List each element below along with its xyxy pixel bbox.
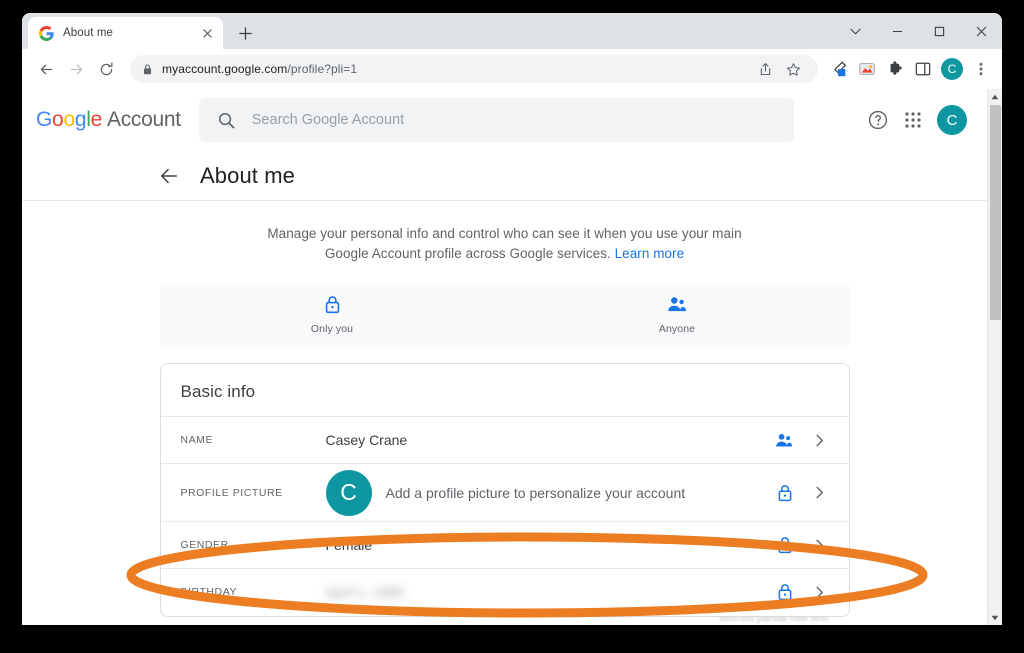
maximize-button[interactable] — [918, 13, 960, 49]
row-actions — [775, 432, 829, 449]
reload-button[interactable] — [92, 55, 120, 83]
back-button[interactable] — [32, 55, 60, 83]
row-value: C Add a profile picture to personalize y… — [325, 469, 777, 516]
row-label: PROFILE PICTURE — [180, 486, 283, 499]
page-content: Manage your personal info and control wh… — [22, 201, 987, 625]
logo-product-name: Account — [106, 108, 181, 131]
eyedropper-extension-icon[interactable] — [826, 56, 852, 82]
forward-button[interactable] — [62, 55, 90, 83]
star-icon[interactable] — [780, 56, 806, 82]
omnibox-actions — [752, 56, 806, 82]
card-title: Basic info — [180, 382, 256, 401]
row-value-text: Female — [325, 537, 373, 553]
intro-line-2: Google Account profile across Google ser… — [324, 246, 611, 261]
browser-toolbar: myaccount.google.com/profile?pli=1 C — [22, 49, 1002, 89]
side-panel-button[interactable] — [910, 56, 936, 82]
table-row[interactable]: BIRTHDAY April 1, 1980 — [160, 568, 849, 615]
url-path: /profile?pli=1 — [287, 62, 358, 76]
row-actions — [777, 583, 829, 601]
lock-icon — [324, 295, 341, 319]
minimize-button[interactable] — [876, 13, 918, 49]
extensions-button[interactable] — [882, 56, 908, 82]
legend-item-anyone: Anyone — [505, 295, 850, 335]
legend-label: Only you — [310, 323, 354, 335]
page-viewport: Google Account Search Google Account C A… — [22, 89, 1002, 625]
scrollbar-thumb[interactable] — [990, 105, 1001, 320]
table-row[interactable]: PROFILE PICTURE C Add a profile picture … — [160, 463, 849, 521]
chevron-right-icon[interactable] — [813, 434, 826, 447]
browser-tab[interactable]: About me — [28, 17, 223, 49]
row-label: BIRTHDAY — [180, 586, 238, 598]
tab-title: About me — [63, 27, 114, 39]
help-circle-icon[interactable] — [867, 109, 889, 131]
three-dot-menu-icon[interactable] — [968, 56, 994, 82]
row-value-text: April 1, 1980 — [325, 584, 405, 600]
row-label: GENDER — [180, 539, 229, 551]
avatar[interactable]: C — [325, 469, 372, 516]
visibility-legend: Only you Anyone — [159, 285, 850, 345]
chevron-right-icon[interactable] — [813, 486, 826, 499]
legend-label: Anyone — [658, 323, 696, 335]
url-text: myaccount.google.com/profile?pli=1 — [162, 62, 357, 76]
google-g-icon — [39, 25, 54, 41]
cut-off-text: blurred partial row text — [719, 617, 829, 624]
row-value: April 1, 1980 — [326, 584, 777, 600]
header-actions: C — [867, 105, 967, 135]
google-account-header: Google Account Search Google Account C — [22, 89, 987, 151]
row-value-text: Add a profile picture to personalize you… — [385, 484, 686, 501]
row-value: Female — [326, 537, 777, 553]
intro-line-1: Manage your personal info and control wh… — [267, 226, 742, 241]
browser-window: About me myaccount.google.com/profile?pl… — [22, 13, 1002, 625]
arrow-left-icon[interactable] — [158, 165, 180, 187]
learn-more-link[interactable]: Learn more — [615, 246, 685, 261]
address-bar[interactable]: myaccount.google.com/profile?pli=1 — [130, 55, 818, 83]
google-account-logo[interactable]: Google Account — [36, 108, 181, 132]
row-actions — [777, 536, 829, 554]
table-row[interactable]: NAME Casey Crane — [160, 416, 849, 463]
chevron-right-icon[interactable] — [813, 539, 826, 552]
page-title: About me — [200, 162, 295, 188]
lock-icon[interactable] — [777, 536, 793, 554]
search-placeholder: Search Google Account — [251, 112, 405, 128]
people-icon[interactable] — [775, 432, 793, 449]
lock-icon[interactable] — [777, 583, 793, 601]
people-icon — [667, 295, 687, 319]
triangle-down-icon[interactable] — [988, 610, 1002, 625]
tab-strip: About me — [22, 13, 1002, 49]
legend-item-only-you: Only you — [160, 295, 505, 335]
page-titlebar: About me — [22, 151, 987, 201]
search-input[interactable]: Search Google Account — [198, 98, 794, 142]
google-account-page: Google Account Search Google Account C A… — [22, 89, 987, 625]
apps-grid-icon[interactable] — [903, 110, 923, 130]
basic-info-card: Basic info NAME Casey Crane PROFILE PICT… — [159, 363, 850, 617]
table-row[interactable]: GENDER Female — [160, 521, 849, 568]
url-host: myaccount.google.com — [162, 62, 288, 76]
search-icon — [217, 111, 236, 130]
row-value-text: Casey Crane — [325, 432, 408, 448]
new-tab-button[interactable] — [231, 19, 259, 47]
lock-icon[interactable] — [777, 484, 793, 502]
tab-search-button[interactable] — [834, 13, 876, 49]
triangle-up-icon[interactable] — [988, 89, 1002, 104]
browser-profile-avatar[interactable]: C — [941, 58, 963, 80]
screenshot-extension-icon[interactable] — [854, 56, 880, 82]
lock-icon — [142, 64, 153, 75]
chevron-right-icon[interactable] — [813, 586, 826, 599]
close-icon[interactable] — [199, 25, 215, 41]
cut-off-row: blurred partial row text — [160, 617, 850, 625]
page-scrollbar[interactable] — [987, 89, 1002, 625]
row-label: NAME — [180, 434, 214, 446]
row-value: Casey Crane — [326, 432, 775, 448]
account-avatar[interactable]: C — [937, 105, 967, 135]
window-controls — [834, 13, 1002, 49]
share-icon[interactable] — [752, 56, 778, 82]
intro-text: Manage your personal info and control wh… — [245, 224, 765, 264]
row-actions — [777, 484, 829, 502]
close-window-button[interactable] — [960, 13, 1002, 49]
